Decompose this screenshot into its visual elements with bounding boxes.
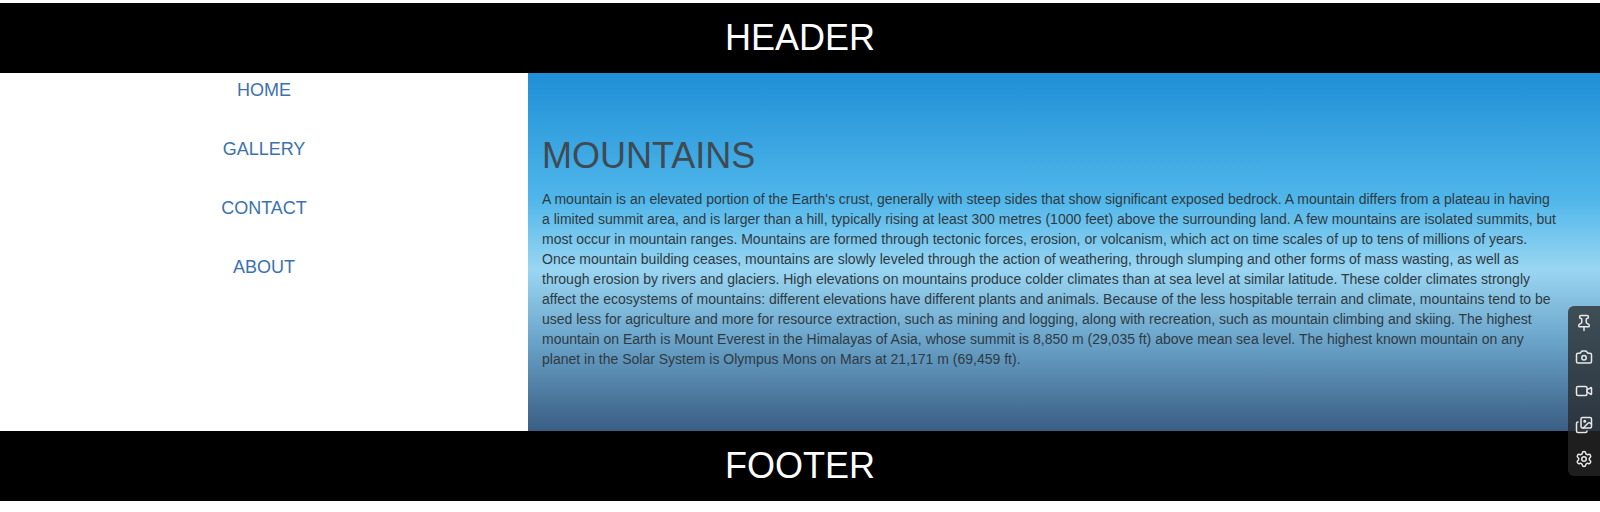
nav-link[interactable]: ABOUT — [233, 257, 295, 278]
content-row: HOME GALLERY CONTACT ABOUT MOUNTAINS A mounta… — [0, 73, 1600, 431]
content-paragraph: A mountain is an elevated portion of the… — [542, 189, 1556, 369]
camera-icon — [1575, 348, 1593, 366]
pin-icon — [1575, 314, 1593, 332]
video-icon — [1575, 382, 1593, 400]
nav-link[interactable]: CONTACT — [221, 198, 307, 219]
gallery-icon — [1575, 416, 1593, 434]
capture-tool-button[interactable] — [1571, 446, 1597, 472]
footer: FOOTER — [0, 431, 1600, 501]
header: HEADER — [0, 3, 1600, 73]
nav-link[interactable]: GALLERY — [223, 139, 306, 160]
gear-icon — [1575, 450, 1593, 468]
capture-toolbar — [1568, 306, 1600, 476]
capture-tool-button[interactable] — [1571, 344, 1597, 370]
capture-tool-button[interactable] — [1571, 412, 1597, 438]
capture-tool-button[interactable] — [1571, 310, 1597, 336]
main-content: MOUNTAINS A mountain is an elevated porti… — [528, 73, 1600, 431]
capture-tool-button[interactable] — [1571, 378, 1597, 404]
page: HEADER HOME GALLERY CONTACT ABOUT MOUNTAINS A … — [0, 0, 1600, 512]
nav-link[interactable]: HOME — [237, 80, 291, 101]
content-heading: MOUNTAINS — [542, 135, 1556, 177]
sidebar: HOME GALLERY CONTACT ABOUT — [0, 73, 528, 431]
